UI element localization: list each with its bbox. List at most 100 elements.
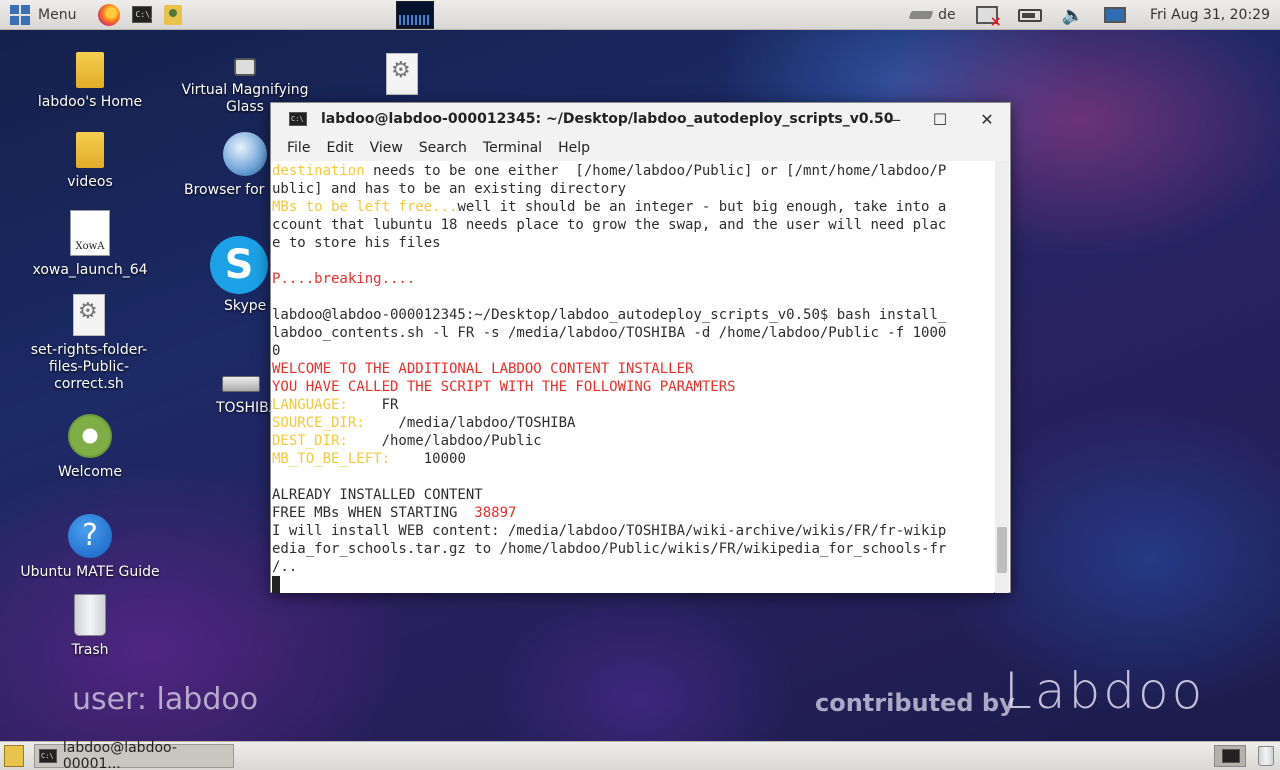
terminal-icon bbox=[1222, 749, 1240, 763]
desktop-icon-label: videos bbox=[67, 174, 113, 190]
close-button[interactable]: ✕ bbox=[964, 103, 1010, 135]
script-file-icon bbox=[73, 294, 105, 336]
menu-help[interactable]: Help bbox=[558, 140, 590, 156]
terminal-line: DEST_DIR: /home/labdoo/Public bbox=[272, 433, 542, 449]
scrollbar-thumb[interactable] bbox=[997, 527, 1007, 573]
xowa-icon: XowA bbox=[70, 210, 110, 256]
workspace-switcher[interactable] bbox=[1214, 745, 1246, 767]
firefox-launcher[interactable] bbox=[92, 0, 126, 30]
menu-file[interactable]: File bbox=[287, 140, 310, 156]
user-folder-icon bbox=[164, 4, 183, 25]
firefox-icon bbox=[98, 3, 121, 26]
desktop-icon-trash[interactable]: Trash bbox=[28, 594, 152, 659]
desktop-icon-script-file[interactable] bbox=[384, 53, 420, 101]
terminal-line: P....breaking.... bbox=[272, 271, 416, 287]
terminal-icon: C:\ bbox=[39, 749, 57, 763]
clock[interactable]: Fri Aug 31, 20:29 bbox=[1150, 7, 1270, 23]
desktop-icon-label: Welcome bbox=[57, 464, 123, 480]
terminal-titlebar[interactable]: C:\ labdoo@labdoo-000012345: ~/Desktop/l… bbox=[271, 103, 1010, 135]
display-indicator[interactable] bbox=[1104, 7, 1127, 23]
terminal-launcher[interactable]: C:\_ bbox=[126, 0, 158, 30]
keyboard-indicator[interactable]: de bbox=[908, 7, 956, 23]
keyboard-layout-label: de bbox=[938, 7, 956, 23]
menu-view[interactable]: View bbox=[370, 140, 403, 156]
taskbar-label: labdoo@labdoo-00001... bbox=[62, 740, 177, 770]
system-monitor-applet[interactable] bbox=[396, 1, 434, 29]
desktop-icon-welcome[interactable]: Welcome bbox=[28, 414, 152, 481]
welcome-icon bbox=[68, 414, 112, 458]
terminal-line: YOU HAVE CALLED THE SCRIPT WITH THE FOLL… bbox=[272, 379, 736, 395]
terminal-line: destination needs to be one either [/hom… bbox=[272, 163, 947, 179]
maximize-button[interactable]: ☐ bbox=[917, 103, 963, 135]
battery-indicator[interactable] bbox=[1017, 8, 1042, 22]
terminal-output[interactable]: destination needs to be one either [/hom… bbox=[272, 161, 994, 593]
terminal-line: SOURCE_DIR: /media/labdoo/TOSHIBA bbox=[272, 415, 576, 431]
desktop-icon-videos[interactable]: videos bbox=[28, 132, 152, 191]
terminal-window[interactable]: C:\ labdoo@labdoo-000012345: ~/Desktop/l… bbox=[270, 102, 1011, 593]
terminal-line: labdoo@labdoo-000012345:~/Desktop/labdoo… bbox=[272, 307, 947, 323]
menu-button[interactable]: Menu bbox=[0, 0, 82, 30]
desktop-icon-toshiba[interactable]: TOSHIBA bbox=[216, 376, 279, 417]
skype-icon: S bbox=[210, 236, 268, 294]
terminal-line: /.. bbox=[272, 559, 298, 575]
desktop-icon-label: labdoo's Home bbox=[37, 94, 143, 110]
terminal-line: MBs to be left free...well it should be … bbox=[272, 199, 947, 215]
menu-icon bbox=[10, 4, 30, 25]
trash-applet[interactable] bbox=[1258, 746, 1274, 766]
speaker-icon: 🔈 bbox=[1061, 4, 1085, 26]
desktop-icon-label: Trash bbox=[71, 642, 109, 658]
desktop-icon-ubuntu-mate-guide[interactable]: ? Ubuntu MATE Guide bbox=[18, 514, 162, 581]
monitor-icon bbox=[1104, 7, 1127, 23]
drive-icon bbox=[222, 376, 260, 392]
menu-search[interactable]: Search bbox=[419, 140, 467, 156]
terminal-line: I will install WEB content: /media/labdo… bbox=[272, 523, 947, 539]
show-desktop-button[interactable] bbox=[4, 745, 24, 767]
terminal-line: FREE MBs WHEN STARTING 38897 bbox=[272, 505, 517, 521]
terminal-icon: C:\_ bbox=[132, 6, 155, 23]
desktop-icon-label: Ubuntu MATE Guide bbox=[20, 564, 160, 580]
menu-edit[interactable]: Edit bbox=[326, 140, 353, 156]
menu-label: Menu bbox=[38, 6, 77, 23]
desktop-icon-xowa[interactable]: XowA xowa_launch_64 bbox=[28, 210, 152, 279]
trash-icon bbox=[74, 594, 106, 636]
terminal-line: e to store his files bbox=[272, 235, 441, 251]
script-file-icon bbox=[386, 53, 418, 95]
network-disconnected-icon bbox=[975, 6, 1002, 30]
user-folder-launcher[interactable] bbox=[158, 0, 188, 30]
contributed-watermark: contributed by bbox=[815, 689, 1015, 717]
window-title: labdoo@labdoo-000012345: ~/Desktop/labdo… bbox=[321, 111, 894, 127]
labdoo-logo: Labdoo bbox=[1004, 662, 1206, 720]
text-cursor bbox=[272, 576, 280, 593]
globe-icon bbox=[223, 132, 267, 176]
terminal-line: MB_TO_BE_LEFT: 10000 bbox=[272, 451, 466, 467]
terminal-line: ccount that lubuntu 18 needs place to gr… bbox=[272, 217, 947, 233]
home-folder-icon bbox=[76, 52, 104, 88]
minimize-button[interactable]: — bbox=[870, 103, 916, 135]
terminal-line: WELCOME TO THE ADDITIONAL LABDOO CONTENT… bbox=[272, 361, 694, 377]
terminal-line: LANGUAGE: FR bbox=[272, 397, 399, 413]
terminal-line bbox=[272, 576, 994, 593]
menu-terminal[interactable]: Terminal bbox=[483, 140, 542, 156]
terminal-line: ALREADY INSTALLED CONTENT bbox=[272, 487, 483, 503]
magnifier-icon bbox=[234, 58, 256, 76]
desktop-icon-label: set-rights-folder-files-Public-correct.s… bbox=[30, 342, 148, 392]
taskbar-button-terminal[interactable]: C:\ labdoo@labdoo-00001... bbox=[34, 740, 234, 770]
terminal-scrollbar[interactable] bbox=[995, 161, 1009, 593]
keyboard-icon bbox=[908, 11, 934, 19]
bottom-panel: C:\ labdoo@labdoo-00001... bbox=[0, 740, 1280, 770]
system-tray: de 🔈 Fri Aug 31, 20:29 bbox=[900, 0, 1280, 30]
desktop-icon-set-rights-script[interactable]: set-rights-folder-files-Public-correct.s… bbox=[22, 294, 156, 393]
terminal-line: 0 bbox=[272, 343, 281, 359]
desktop-icon-home[interactable]: labdoo's Home bbox=[28, 52, 152, 111]
volume-indicator[interactable]: 🔈 bbox=[1062, 5, 1084, 26]
terminal-line: labdoo_contents.sh -l FR -s /media/labdo… bbox=[272, 325, 947, 341]
desktop-icon-label: TOSHIBA bbox=[216, 400, 279, 416]
desktop-icon-label: Browser for bbox=[184, 182, 265, 198]
desktop-icon-label: Skype bbox=[224, 298, 267, 314]
terminal-menubar: File Edit View Search Terminal Help bbox=[271, 135, 1010, 161]
user-watermark: user: labdoo bbox=[72, 682, 259, 717]
network-indicator[interactable] bbox=[975, 6, 1002, 30]
